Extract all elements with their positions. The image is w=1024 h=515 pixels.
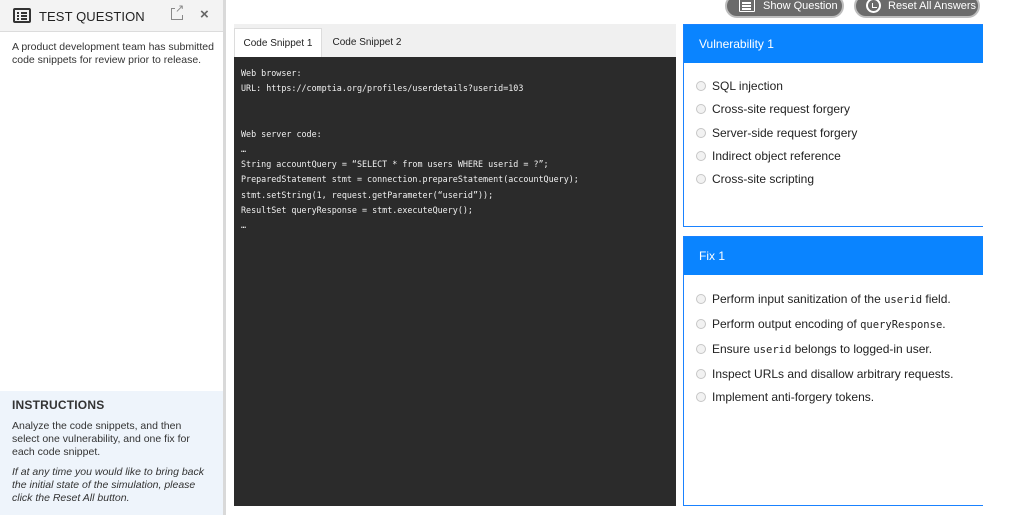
show-question-button[interactable]: Show Question: [725, 0, 844, 18]
option-label: Cross-site scripting: [712, 172, 815, 186]
code-display: Web browser: URL: https://comptia.org/pr…: [234, 57, 676, 506]
vulnerability-option[interactable]: Server-side request forgery: [696, 126, 857, 140]
option-label: Cross-site request forgery: [712, 102, 851, 116]
radio-button[interactable]: [696, 369, 706, 379]
radio-button[interactable]: [696, 174, 706, 184]
code-line: stmt.setString(1, request.getParameter(“…: [241, 189, 494, 200]
option-label: Server-side request forgery: [712, 126, 858, 140]
code-line: …: [241, 143, 247, 154]
instructions-reset-note: If at any time you would like to bring b…: [12, 466, 205, 504]
reset-all-label: Reset All Answers: [888, 0, 977, 12]
option-label: Perform output encoding of: [712, 317, 861, 331]
code-line: PreparedStatement stmt = connection.prep…: [241, 174, 579, 185]
show-question-label: Show Question: [763, 0, 838, 12]
radio-button[interactable]: [696, 344, 706, 354]
option-code: userid: [884, 294, 923, 306]
question-text: A product development team has submitted…: [12, 41, 214, 66]
option-label-end: belongs to logged-in user.: [791, 342, 933, 356]
vulnerability-panel: Vulnerability 1 SQL injection Cross-site…: [683, 24, 983, 227]
radio-button[interactable]: [696, 151, 706, 161]
fix-title: Fix 1: [684, 237, 983, 275]
vulnerability-title: Vulnerability 1: [684, 25, 983, 63]
popout-icon[interactable]: [171, 3, 185, 20]
instructions-panel: INSTRUCTIONS Analyze the code snippets, …: [0, 391, 223, 515]
option-label: Indirect object reference: [712, 149, 841, 163]
option-label: Inspect URLs and disallow arbitrary requ…: [712, 367, 954, 381]
radio-button[interactable]: [696, 392, 706, 402]
code-tabs: Code Snippet 1 Code Snippet 2: [234, 24, 676, 57]
code-line: Web server code:: [241, 128, 322, 139]
radio-button[interactable]: [696, 81, 706, 91]
vulnerability-option[interactable]: Indirect object reference: [696, 149, 841, 163]
radio-button[interactable]: [696, 128, 706, 138]
fix-option[interactable]: Implement anti-forgery tokens.: [696, 390, 874, 404]
instructions-title: INSTRUCTIONS: [12, 398, 105, 412]
option-label: Ensure: [712, 342, 754, 356]
fix-option[interactable]: Ensure userid belongs to logged-in user.: [696, 342, 932, 356]
vulnerability-option[interactable]: Cross-site request forgery: [696, 102, 850, 116]
tab-code-snippet-1[interactable]: Code Snippet 1: [234, 28, 322, 57]
fix-panel: Fix 1 Perform input sanitization of the …: [683, 236, 983, 506]
fix-option[interactable]: Perform output encoding of queryResponse…: [696, 317, 946, 331]
radio-button[interactable]: [696, 104, 706, 114]
radio-button[interactable]: [696, 294, 706, 304]
tab-code-snippet-2[interactable]: Code Snippet 2: [326, 28, 408, 57]
option-code: userid: [753, 344, 792, 356]
option-label-end: field.: [922, 292, 951, 306]
vulnerability-option[interactable]: SQL injection: [696, 79, 783, 93]
code-line: …: [241, 219, 247, 230]
reset-icon: [866, 0, 881, 13]
option-label: Perform input sanitization of the: [712, 292, 885, 306]
radio-button[interactable]: [696, 319, 706, 329]
vulnerability-option[interactable]: Cross-site scripting: [696, 172, 814, 186]
option-label: SQL injection: [712, 79, 783, 93]
reset-all-answers-button[interactable]: Reset All Answers: [854, 0, 980, 18]
code-panel: Code Snippet 1 Code Snippet 2 Web browse…: [234, 24, 676, 506]
list-icon: [13, 8, 31, 23]
list-icon: [739, 0, 755, 12]
option-label-end: .: [942, 317, 946, 331]
code-line: String accountQuery = “SELECT * from use…: [241, 159, 549, 170]
code-line: Web browser:: [241, 68, 302, 78]
code-line: URL: https://comptia.org/profiles/userde…: [241, 83, 524, 94]
sidebar-title: TEST QUESTION: [39, 9, 145, 24]
sidebar-header: TEST QUESTION ×: [0, 0, 223, 32]
fix-option[interactable]: Inspect URLs and disallow arbitrary requ…: [696, 367, 953, 381]
option-label: Implement anti-forgery tokens.: [712, 390, 875, 404]
option-code: queryResponse: [860, 319, 943, 331]
code-line: ResultSet queryResponse = stmt.executeQu…: [241, 204, 473, 215]
fix-option[interactable]: Perform input sanitization of the userid…: [696, 292, 951, 306]
instructions-text: Analyze the code snippets, and then sele…: [12, 420, 190, 458]
question-sidebar: TEST QUESTION × A product development te…: [0, 0, 226, 515]
close-icon[interactable]: ×: [200, 5, 209, 25]
